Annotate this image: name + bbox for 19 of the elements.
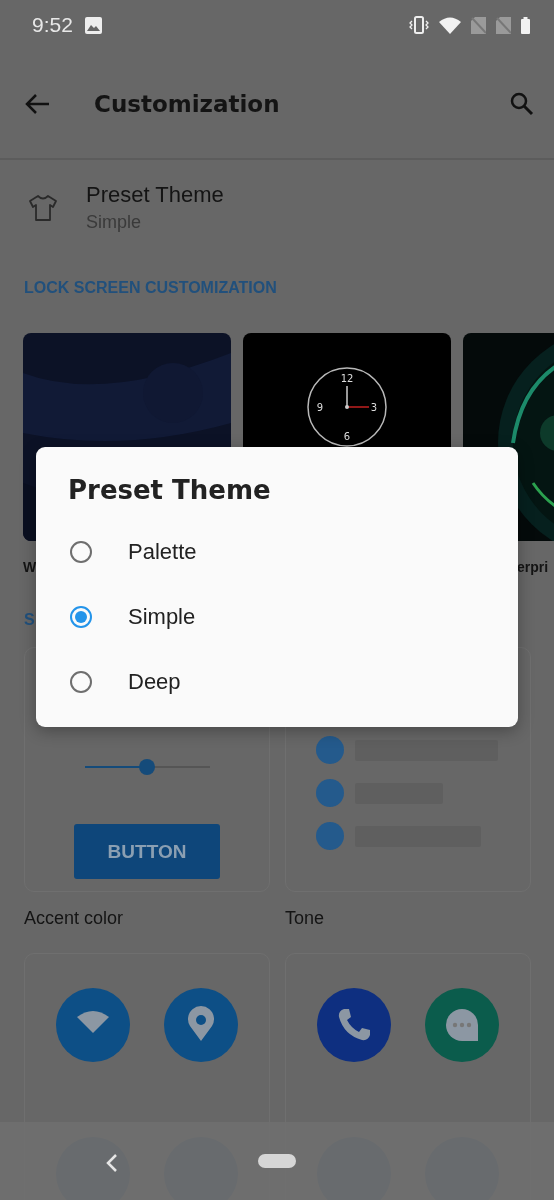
clock-numeral: 3 [370,402,378,413]
option-label: Palette [128,538,197,565]
screen-title: Customization [94,91,281,117]
card-label: W [23,559,38,577]
clock-numeral: 6 [343,431,351,442]
radio-option[interactable]: Simple [36,584,518,649]
dialog-title: Preset Theme [68,475,272,505]
section-header: LOCK SCREEN CUSTOMIZATION [23,279,278,297]
clock-numeral: 12 [340,373,354,384]
preview-label: Accent color [24,908,125,929]
section-header: S [23,611,35,629]
card-label: erpri [516,559,550,577]
radio-option[interactable]: Palette [36,519,518,584]
sample-button: BUTTON [74,824,220,879]
option-label: Deep [128,668,181,695]
status-time: 9:52 [32,13,73,37]
option-label: Simple [128,603,196,630]
preview-label: Tone [285,908,326,929]
clock-numeral: 9 [316,402,324,413]
